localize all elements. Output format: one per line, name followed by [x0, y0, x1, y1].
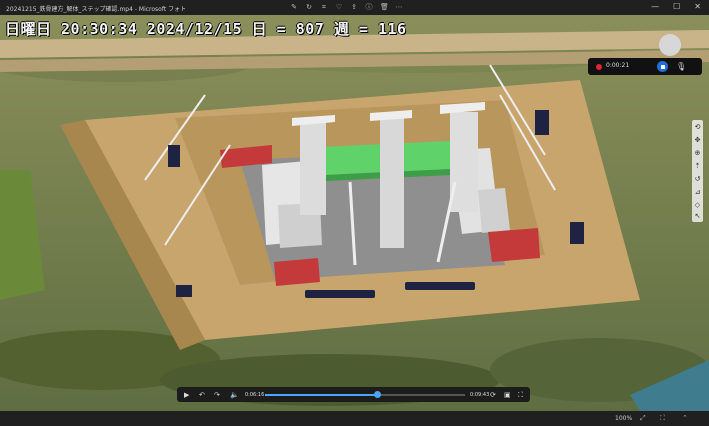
microphone-icon[interactable]: 🎙: [676, 62, 686, 71]
title-toolbar: ✎ ↻ ⌗ ♡ ⇪ ⓘ 🗑 ⋯: [290, 3, 403, 11]
window-controls: — ☐ ✕: [651, 2, 701, 11]
zoom-level: 100%: [615, 415, 633, 422]
skip-forward-icon[interactable]: ↷: [214, 391, 220, 399]
picture-in-picture-icon[interactable]: ▣: [504, 391, 511, 399]
recording-indicator-icon: [596, 64, 602, 70]
compass-icon[interactable]: [659, 34, 681, 56]
volume-icon[interactable]: 🔈: [230, 391, 239, 399]
section-icon[interactable]: ◇: [694, 201, 701, 209]
status-bar: [0, 411, 709, 426]
total-time: 0:09:43: [470, 392, 490, 398]
favorite-icon[interactable]: ♡: [335, 3, 343, 11]
minimize-icon[interactable]: —: [651, 2, 659, 11]
rotate-icon[interactable]: ↻: [305, 3, 313, 11]
rotate-view-icon[interactable]: ↺: [694, 175, 701, 183]
edit-icon[interactable]: ✎: [290, 3, 298, 11]
fit-icon[interactable]: ⤢: [640, 414, 646, 423]
close-icon[interactable]: ✕: [694, 2, 701, 11]
stop-icon: [660, 64, 665, 69]
fullscreen-view-icon[interactable]: ⛶: [660, 414, 665, 423]
seek-handle[interactable]: [373, 391, 381, 398]
more-icon[interactable]: ⋯: [395, 3, 403, 11]
maximize-icon[interactable]: ☐: [673, 2, 680, 11]
repeat-icon[interactable]: ⟳: [490, 391, 496, 399]
recording-elapsed: 0:00:21: [606, 62, 630, 69]
zoom-icon[interactable]: ⊕: [694, 149, 701, 157]
fullscreen-icon[interactable]: ⛶: [518, 391, 523, 399]
select-icon[interactable]: ↖: [694, 212, 701, 220]
measure-icon[interactable]: ⊿: [694, 188, 701, 196]
stop-recording-button[interactable]: [657, 61, 668, 72]
pan-icon[interactable]: ✥: [694, 136, 701, 144]
crop-icon[interactable]: ⌗: [320, 3, 328, 11]
play-button[interactable]: ▶: [184, 391, 189, 399]
title-bar: 20241215_鉄骨建方_解体_ステップ確認.mp4 - Microsoft …: [0, 0, 709, 15]
window-title: 20241215_鉄骨建方_解体_ステップ確認.mp4 - Microsoft …: [6, 6, 187, 13]
walk-icon[interactable]: ⇡: [694, 162, 701, 170]
info-icon[interactable]: ⓘ: [365, 3, 373, 11]
delete-icon[interactable]: 🗑: [380, 3, 389, 11]
share-icon[interactable]: ⇪: [350, 3, 358, 11]
seek-progress: [265, 394, 377, 396]
skip-back-icon[interactable]: ↶: [199, 391, 205, 399]
current-time: 0:06:16: [245, 392, 265, 398]
orbit-icon[interactable]: ⟲: [694, 123, 701, 131]
timestamp-overlay: 日曜日 20:30:34 2024/12/15 日 = 807 週 = 116: [5, 20, 407, 38]
collapse-icon[interactable]: ⌃: [682, 414, 688, 422]
